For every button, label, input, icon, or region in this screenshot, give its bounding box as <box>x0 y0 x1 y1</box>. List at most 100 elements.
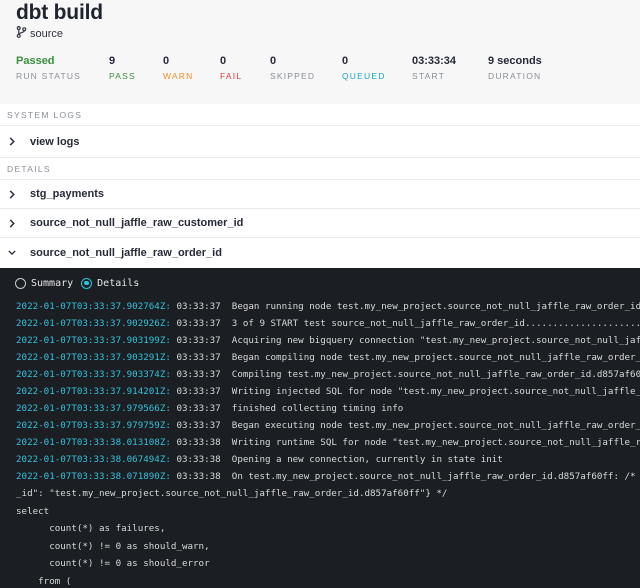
row-label: source_not_null_jaffle_raw_order_id <box>30 246 222 259</box>
log-timestamp: 2022-01-07T03:33:37.902926Z: <box>16 318 171 329</box>
stat-value: 0 <box>163 55 170 67</box>
summary-radio[interactable]: Summary <box>15 277 74 289</box>
log-line: 2022-01-07T03:33:37.903199Z: 03:33:37 Ac… <box>16 332 640 349</box>
log-timestamp: 2022-01-07T03:33:37.903199Z: <box>16 335 171 346</box>
log-message: 3 of 9 START test source_not_null_jaffle… <box>231 318 640 329</box>
log-console: Summary Details 2022-01-07T03:33:37.9027… <box>0 268 640 588</box>
log-time: 03:33:37 <box>176 318 221 329</box>
log-timestamp: 2022-01-07T03:33:37.979759Z: <box>16 420 171 431</box>
log-timestamp: 2022-01-07T03:33:37.903291Z: <box>16 352 171 363</box>
sql-line: count(*) != 0 as should_error <box>16 558 210 569</box>
details-heading: DETAILS <box>0 158 640 180</box>
log-message: Writing runtime SQL for node "test.my_ne… <box>231 437 640 448</box>
page-title: dbt build <box>16 1 103 24</box>
sql-line: select <box>16 505 50 517</box>
sql-line: _id": "test.my_new_project.source_not_nu… <box>16 488 448 499</box>
stat-value: 9 seconds <box>488 55 542 67</box>
row-label: view logs <box>30 135 80 148</box>
log-message: finished collecting timing info <box>231 403 404 414</box>
chevron-down-icon <box>8 248 20 257</box>
stat-warn: 0 WARN <box>163 55 193 81</box>
log-line: 2022-01-07T03:33:38.067494Z: 03:33:38 Op… <box>16 451 640 468</box>
log-time: 03:33:37 <box>176 386 221 397</box>
stat-label: FAIL <box>220 71 243 81</box>
log-timestamp: 2022-01-07T03:33:38.013108Z: <box>16 437 171 448</box>
stat-skipped: 0 SKIPPED <box>270 55 315 81</box>
log-message: Began executing node test.my_new_project… <box>231 420 640 431</box>
log-message: Began compiling node test.my_new_project… <box>231 352 640 363</box>
stat-value: 0 <box>270 55 277 67</box>
log-message: Acquiring new bigquery connection "test.… <box>231 335 640 346</box>
stat-pass: 9 PASS <box>109 55 136 81</box>
log-timestamp: 2022-01-07T03:33:37.979566Z: <box>16 403 171 414</box>
stat-fail: 0 FAIL <box>220 55 242 81</box>
branch-indicator: source <box>16 25 64 41</box>
stat-label: RUN STATUS <box>16 71 82 81</box>
stat-run-status: Passed RUN STATUS <box>16 55 81 81</box>
log-time: 03:33:37 <box>176 335 221 346</box>
log-message: Began running node test.my_new_project.s… <box>231 301 640 312</box>
log-message: Opening a new connection, currently in s… <box>231 454 503 465</box>
log-line: 2022-01-07T03:33:37.902926Z: 03:33:37 3 … <box>16 315 640 332</box>
view-mode-toggle: Summary Details <box>0 268 640 298</box>
chevron-right-icon <box>8 218 20 228</box>
stat-value: 9 <box>109 55 116 67</box>
log-message: On test.my_new_project.source_not_null_j… <box>231 471 640 482</box>
system-logs-heading: SYSTEM LOGS <box>0 104 640 126</box>
chevron-right-icon <box>8 137 20 146</box>
detail-item-customer-id-test[interactable]: source_not_null_jaffle_raw_customer_id <box>0 209 640 238</box>
log-time: 03:33:38 <box>176 471 221 482</box>
detail-item-order-id-test[interactable]: source_not_null_jaffle_raw_order_id <box>0 238 640 267</box>
view-logs-row[interactable]: view logs <box>0 126 640 158</box>
log-time: 03:33:38 <box>176 454 221 465</box>
stat-label: PASS <box>109 71 136 81</box>
stat-duration: 9 seconds DURATION <box>488 55 542 81</box>
log-time: 03:33:37 <box>176 403 221 414</box>
log-time: 03:33:37 <box>176 352 221 363</box>
details-radio-label: Details <box>97 277 140 289</box>
stat-queued: 0 QUEUED <box>342 55 386 81</box>
log-line: 2022-01-07T03:33:37.914201Z: 03:33:37 Wr… <box>16 383 640 400</box>
detail-item-stg-payments[interactable]: stg_payments <box>0 180 640 209</box>
stat-label: QUEUED <box>342 71 386 81</box>
stat-value: 0 <box>220 55 227 67</box>
sql-line: count(*) != 0 as should_warn, <box>16 540 210 552</box>
log-message: Writing injected SQL for node "test.my_n… <box>231 386 640 397</box>
log-timestamp: 2022-01-07T03:33:38.067494Z: <box>16 454 171 465</box>
log-line: 2022-01-07T03:33:37.902764Z: 03:33:37 Be… <box>16 298 640 315</box>
stat-start: 03:33:34 START <box>412 55 456 81</box>
stat-label: START <box>412 71 446 81</box>
git-branch-icon <box>16 25 27 41</box>
row-label: source_not_null_jaffle_raw_customer_id <box>30 217 244 229</box>
log-line: 2022-01-07T03:33:38.013108Z: 03:33:38 Wr… <box>16 434 640 451</box>
row-label: stg_payments <box>30 188 104 200</box>
log-timestamp: 2022-01-07T03:33:38.071890Z: <box>16 471 171 482</box>
log-output: 2022-01-07T03:33:37.902764Z: 03:33:37 Be… <box>0 298 640 588</box>
run-header: dbt build source Passed RUN STATUS 9 PAS… <box>0 0 640 104</box>
branch-name: source <box>30 27 64 40</box>
chevron-right-icon <box>8 189 20 199</box>
log-time: 03:33:37 <box>176 420 221 431</box>
log-line: 2022-01-07T03:33:37.979759Z: 03:33:37 Be… <box>16 417 640 434</box>
log-line: 2022-01-07T03:33:38.071890Z: 03:33:38 On… <box>16 468 640 485</box>
log-timestamp: 2022-01-07T03:33:37.903374Z: <box>16 369 171 380</box>
log-line: 2022-01-07T03:33:37.903374Z: 03:33:37 Co… <box>16 366 640 383</box>
stat-value: 0 <box>342 55 349 67</box>
stat-value: Passed <box>16 55 55 67</box>
radio-checked-icon <box>81 277 93 289</box>
details-radio[interactable]: Details <box>81 277 140 289</box>
stat-label: WARN <box>163 71 194 81</box>
stat-label: DURATION <box>488 71 542 81</box>
stat-label: SKIPPED <box>270 71 316 81</box>
log-time: 03:33:38 <box>176 437 221 448</box>
sql-line: count(*) as failures, <box>16 523 166 534</box>
log-timestamp: 2022-01-07T03:33:37.914201Z: <box>16 386 171 397</box>
log-message: Compiling test.my_new_project.source_not… <box>231 369 640 380</box>
summary-radio-label: Summary <box>31 277 74 289</box>
log-line: 2022-01-07T03:33:37.903291Z: 03:33:37 Be… <box>16 349 640 366</box>
stat-value: 03:33:34 <box>412 55 457 67</box>
log-time: 03:33:37 <box>176 301 221 312</box>
log-line: 2022-01-07T03:33:37.979566Z: 03:33:37 fi… <box>16 400 640 417</box>
log-time: 03:33:37 <box>176 369 221 380</box>
sql-line: from ( <box>16 575 72 587</box>
